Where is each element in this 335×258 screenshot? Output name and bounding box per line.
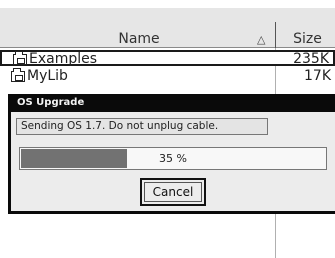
top-strip xyxy=(0,0,335,8)
dialog-body: Sending OS 1.7. Do not unplug cable. 35 … xyxy=(11,112,335,211)
progress-label: 35 % xyxy=(159,152,187,165)
sort-ascending-icon[interactable]: △ xyxy=(257,33,265,46)
folder-icon xyxy=(11,68,25,82)
column-header: Name △ Size xyxy=(0,8,335,56)
file-row-mylib[interactable]: MyLib 17K xyxy=(0,68,335,85)
progress-bar: 35 % xyxy=(19,147,327,170)
file-size: 17K xyxy=(304,68,331,84)
status-message: Sending OS 1.7. Do not unplug cable. xyxy=(16,118,268,135)
handheld-screen: Name △ Size Examples 235K MyLib 17K OS U… xyxy=(0,0,335,258)
file-row-examples[interactable]: Examples 235K xyxy=(0,50,335,67)
file-size: 235K xyxy=(293,51,329,67)
os-upgrade-dialog: OS Upgrade Sending OS 1.7. Do not unplug… xyxy=(8,94,335,214)
column-header-size[interactable]: Size xyxy=(280,31,335,47)
file-name: Examples xyxy=(29,51,98,67)
cancel-button[interactable]: Cancel xyxy=(140,178,206,206)
folder-icon xyxy=(13,51,27,65)
dialog-title: OS Upgrade xyxy=(17,97,85,108)
file-name: MyLib xyxy=(27,68,68,84)
column-header-name[interactable]: Name xyxy=(8,31,270,47)
